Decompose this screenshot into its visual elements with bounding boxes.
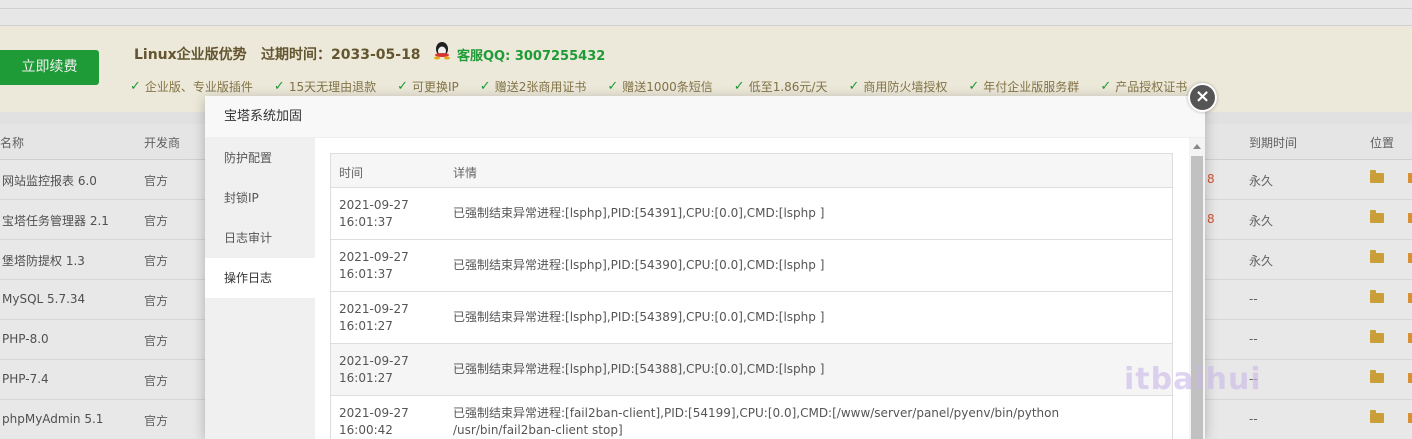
log-detail: 已强制结束异常进程:[lsphp],PID:[54391],CPU:[0.0],… — [453, 206, 825, 220]
dialog-sidebar: 防护配置 封锁IP 日志审计 操作日志 — [205, 138, 315, 439]
close-icon[interactable]: × — [1188, 83, 1217, 112]
log-table-header: 时间 详情 — [331, 154, 1172, 188]
tab-log-audit[interactable]: 日志审计 — [205, 218, 315, 258]
log-detail: 已强制结束异常进程:[fail2ban-client],PID:[54199],… — [453, 406, 1060, 437]
tab-operation-log[interactable]: 操作日志 — [205, 258, 315, 298]
log-row: 2021-09-27 16:00:42 已强制结束异常进程:[fail2ban-c… — [331, 396, 1172, 439]
log-row: 2021-09-27 16:01:27 已强制结束异常进程:[lsphp],PID… — [331, 292, 1172, 344]
log-time: 2021-09-27 16:01:27 — [339, 302, 409, 333]
log-time: 2021-09-27 16:00:42 — [339, 406, 409, 437]
scroll-up-arrow-icon[interactable] — [1193, 144, 1201, 149]
log-row: 2021-09-27 16:01:37 已强制结束异常进程:[lsphp],PID… — [331, 240, 1172, 292]
tab-block-ip[interactable]: 封锁IP — [205, 178, 315, 218]
col-detail: 详情 — [453, 166, 478, 180]
log-row: 2021-09-27 16:01:37 已强制结束异常进程:[lsphp],PID… — [331, 188, 1172, 240]
watermark-logo: itbaihui — [1124, 362, 1262, 397]
operation-log-table: 时间 详情 2021-09-27 16:01:37 已强制结束异常进程:[lsph… — [330, 153, 1173, 439]
dialog-title: 宝塔系统加固 — [205, 96, 1205, 138]
log-detail: 已强制结束异常进程:[lsphp],PID:[54389],CPU:[0.0],… — [453, 310, 825, 324]
system-hardening-dialog: 宝塔系统加固 防护配置 封锁IP 日志审计 操作日志 时间 详情 2021-09… — [205, 96, 1205, 439]
col-time: 时间 — [339, 166, 364, 180]
tab-protection-config[interactable]: 防护配置 — [205, 138, 315, 178]
log-detail: 已强制结束异常进程:[lsphp],PID:[54390],CPU:[0.0],… — [453, 258, 825, 272]
log-detail: 已强制结束异常进程:[lsphp],PID:[54388],CPU:[0.0],… — [453, 362, 825, 376]
log-time: 2021-09-27 16:01:27 — [339, 354, 409, 385]
log-time: 2021-09-27 16:01:37 — [339, 250, 409, 281]
log-row: 2021-09-27 16:01:27 已强制结束异常进程:[lsphp],PID… — [331, 344, 1172, 396]
log-time: 2021-09-27 16:01:37 — [339, 198, 409, 229]
